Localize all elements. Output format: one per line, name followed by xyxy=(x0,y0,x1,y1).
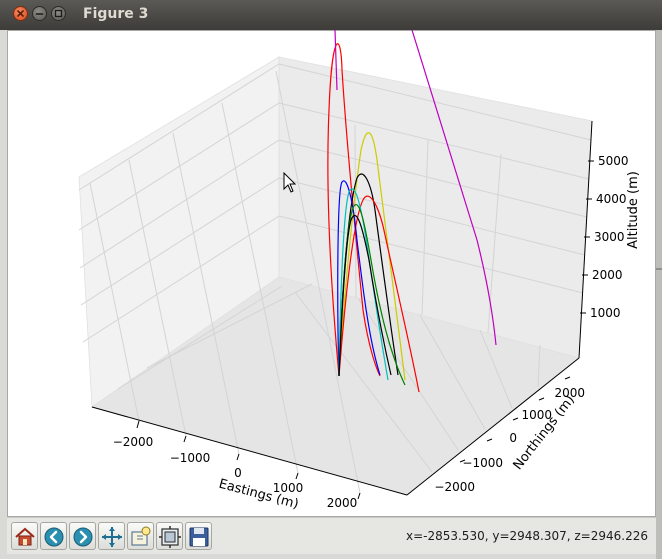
zoom-rect-icon xyxy=(131,526,151,546)
x-tick-label: −1000 xyxy=(170,451,211,465)
z-tick-label: 5000 xyxy=(598,154,629,168)
y-tick-label: 0 xyxy=(509,431,517,445)
navigation-toolbar: x=-2853.530, y=2948.307, z=2946.226 xyxy=(7,517,656,554)
subplots-icon xyxy=(159,526,181,548)
z-tick-label: 4000 xyxy=(596,192,627,206)
pan-button[interactable] xyxy=(98,522,125,550)
close-icon xyxy=(17,10,24,17)
z-tick-label: 3000 xyxy=(594,230,625,244)
minimize-icon xyxy=(35,13,44,15)
arrow-right-icon xyxy=(73,527,93,547)
y-tick-label: −1000 xyxy=(462,456,503,470)
zoom-button[interactable] xyxy=(127,522,154,550)
background-window-edge xyxy=(656,30,662,559)
x-tick-label: 0 xyxy=(234,466,242,480)
minimize-window-button[interactable] xyxy=(32,6,47,21)
cursor-arrow-icon xyxy=(283,171,297,193)
close-window-button[interactable] xyxy=(13,6,28,21)
move-icon xyxy=(102,527,122,547)
mouse-cursor xyxy=(283,171,297,198)
x-tick-label: 2000 xyxy=(327,496,358,510)
plot-3d[interactable]: −2000 −1000 0 1000 2000 −2000 −1000 0 10… xyxy=(7,30,656,517)
maximize-icon xyxy=(54,9,63,18)
forward-button[interactable] xyxy=(69,522,96,550)
arrow-left-icon xyxy=(44,527,64,547)
window-titlebar: Figure 3 xyxy=(0,0,662,30)
x-tick-label: −2000 xyxy=(113,435,154,449)
y-tick-label: −2000 xyxy=(434,480,475,494)
floppy-disk-icon xyxy=(189,527,209,547)
background-window-divider xyxy=(656,268,662,270)
save-button[interactable] xyxy=(185,522,212,550)
cursor-coordinates: x=-2853.530, y=2948.307, z=2946.226 xyxy=(405,529,648,543)
maximize-window-button[interactable] xyxy=(51,6,66,21)
back-button[interactable] xyxy=(40,522,67,550)
home-button[interactable] xyxy=(11,522,38,550)
subplots-button[interactable] xyxy=(156,522,183,550)
window-title: Figure 3 xyxy=(83,6,149,22)
z-tick-label: 1000 xyxy=(590,306,621,320)
home-icon xyxy=(15,527,35,546)
z-tick-label: 2000 xyxy=(592,268,623,282)
z-axis-label: Altitude (m) xyxy=(626,171,641,249)
